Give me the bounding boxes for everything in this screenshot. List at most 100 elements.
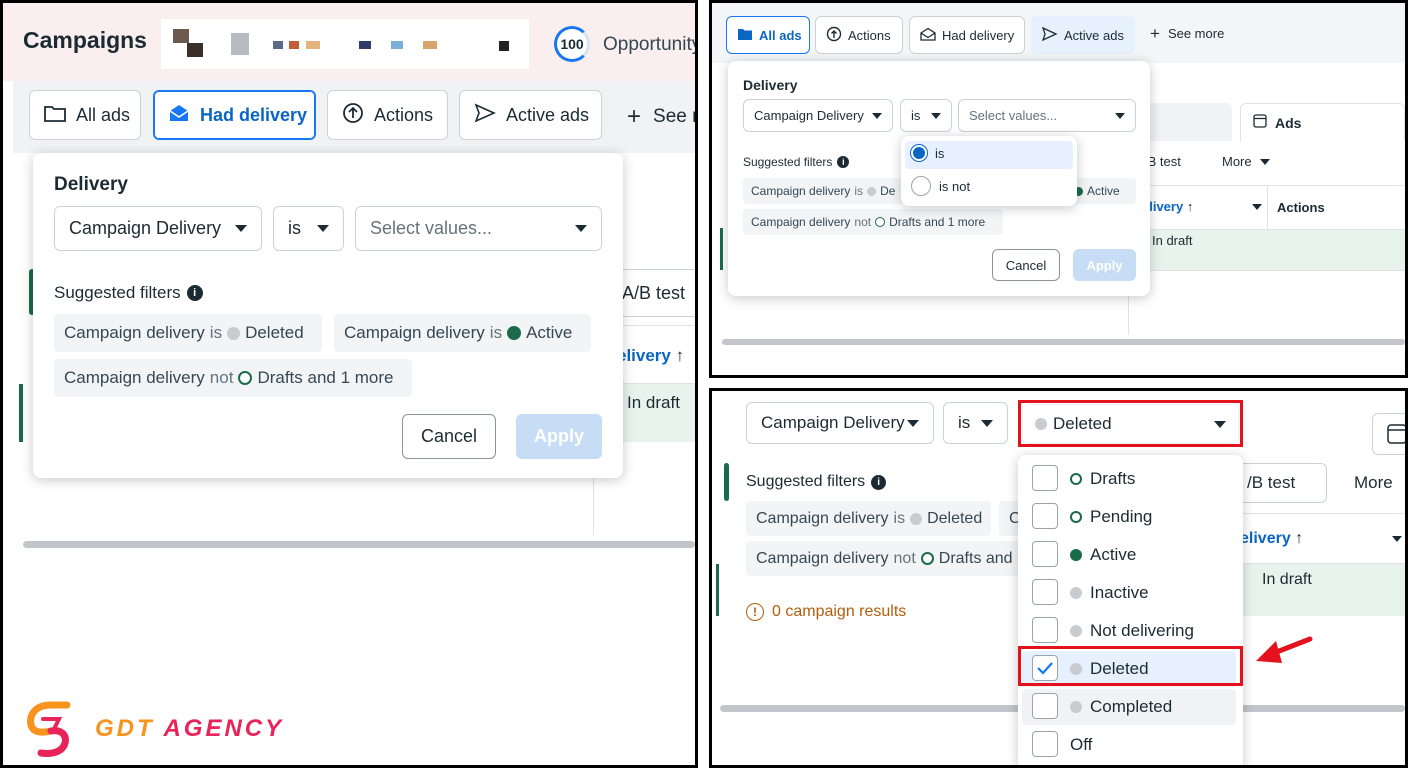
values-dropdown[interactable]: Select values... <box>958 99 1136 132</box>
suggested-chip-deleted[interactable]: Campaign delivery is Deleted <box>746 501 991 536</box>
more-dropdown[interactable]: More <box>1222 154 1270 169</box>
status-ring-green-icon <box>1070 473 1082 485</box>
operator-option-is-not[interactable]: is not <box>911 176 970 196</box>
caret-down-icon <box>907 419 919 427</box>
operator-dropdown[interactable]: is <box>943 402 1008 444</box>
panel-had-delivery-filter: Campaigns 100 Opportunity All ads Had de… <box>0 0 698 768</box>
suggested-chip-active[interactable]: Campaign delivery is Active <box>334 314 591 352</box>
suggested-filters-label: Suggested filters <box>746 473 866 490</box>
suggested-chip-drafts[interactable]: Campaign delivery not Drafts and <box>746 541 1036 576</box>
status-dot-gray-icon <box>1070 701 1082 713</box>
status-dot-gray-icon <box>1070 625 1082 637</box>
chip-prefix: Campaign delivery <box>756 509 889 527</box>
opportunity-label: Opportunity <box>603 34 698 55</box>
apply-button[interactable]: Apply <box>1073 249 1136 281</box>
chip-op: not <box>893 549 916 567</box>
chip-value: Drafts and 1 more <box>257 368 394 387</box>
actions-column-header[interactable]: Actions <box>1277 200 1325 215</box>
send-icon <box>474 102 496 128</box>
delivery-filter-popup: Delivery Campaign Delivery is Select val… <box>33 153 623 478</box>
values-option-label: Pending <box>1070 507 1152 527</box>
values-option-pending[interactable]: Pending <box>1022 499 1236 535</box>
suggested-chip-deleted[interactable]: Campaign delivery is Deleted <box>54 314 322 352</box>
in-draft-cell: In draft <box>1262 571 1312 588</box>
see-more-button[interactable]: + See more <box>1150 25 1224 42</box>
checkbox-icon[interactable] <box>1032 693 1058 719</box>
status-ring-green-icon <box>875 217 886 227</box>
values-option-label: Drafts <box>1070 469 1135 489</box>
status-ring-green-icon <box>238 371 253 385</box>
window-icon[interactable] <box>1372 413 1405 455</box>
ab-test-button[interactable]: /B test <box>1232 463 1327 503</box>
delivery-header-label: elivery <box>617 346 671 365</box>
horizontal-scrollbar[interactable] <box>23 541 695 548</box>
status-dot-gray-icon <box>867 186 877 196</box>
see-more-button[interactable]: + See m <box>627 103 695 131</box>
all-ads-button[interactable]: All ads <box>29 90 141 140</box>
field-dropdown[interactable]: Campaign Delivery <box>54 206 262 251</box>
chip-prefix: Campaign delivery <box>751 184 851 198</box>
had-delivery-button[interactable]: Had delivery <box>153 90 316 140</box>
all-ads-label: All ads <box>759 27 802 43</box>
values-option-active[interactable]: Active <box>1022 537 1236 573</box>
actions-button[interactable]: Actions <box>815 16 903 54</box>
checkbox-icon[interactable] <box>1032 731 1058 757</box>
operator-dropdown-value: is <box>911 108 921 123</box>
caret-down-icon <box>1259 158 1270 165</box>
horizontal-scrollbar[interactable] <box>722 339 1405 345</box>
checkbox-icon[interactable] <box>1032 503 1058 529</box>
opportunity-score-ring[interactable]: 100 <box>554 26 590 62</box>
delivery-column-header[interactable]: elivery ↑ <box>1240 530 1303 548</box>
values-option-off[interactable]: Off <box>1022 727 1236 763</box>
all-ads-button[interactable]: All ads <box>726 16 810 54</box>
info-icon[interactable]: i <box>186 285 203 301</box>
suggested-chip-deleted[interactable]: Campaign delivery is De <box>743 178 915 204</box>
cancel-button[interactable]: Cancel <box>402 414 496 459</box>
info-icon[interactable]: i <box>837 156 850 168</box>
actions-label: Actions <box>374 104 434 125</box>
checkbox-icon[interactable] <box>1032 465 1058 491</box>
operator-option-is[interactable]: is <box>911 145 944 161</box>
chip-op: is <box>489 323 503 342</box>
account-selector-blurred[interactable] <box>161 19 529 69</box>
red-arrow-icon <box>1252 631 1314 674</box>
caret-down-icon[interactable] <box>1252 204 1262 210</box>
values-option-not-delivering[interactable]: Not delivering <box>1022 613 1236 649</box>
values-option-completed[interactable]: Completed <box>1022 689 1236 725</box>
active-ads-button[interactable]: Active ads <box>459 90 602 140</box>
active-ads-button[interactable]: Active ads <box>1031 16 1135 54</box>
operator-dropdown[interactable]: is <box>900 99 952 132</box>
had-delivery-button[interactable]: Had delivery <box>909 16 1025 54</box>
page-title: Campaigns <box>23 27 147 53</box>
field-dropdown[interactable]: Campaign Delivery <box>746 402 934 444</box>
suggested-chip-drafts[interactable]: Campaign delivery not Drafts and 1 more <box>743 209 1003 235</box>
checkbox-icon[interactable] <box>1032 541 1058 567</box>
field-dropdown[interactable]: Campaign Delivery <box>743 99 893 132</box>
chip-value: Deleted <box>245 323 304 342</box>
operator-dropdown[interactable]: is <box>273 206 344 251</box>
values-dropdown[interactable]: Select values... <box>355 206 602 251</box>
info-icon[interactable]: i <box>871 474 887 490</box>
suggested-chip-drafts[interactable]: Campaign delivery not Drafts and 1 more <box>54 359 412 397</box>
values-option-text: Pending <box>1090 507 1153 526</box>
suggested-filters-label: Suggested filters <box>743 155 833 169</box>
values-option-text: Not delivering <box>1090 621 1194 640</box>
suggested-chip-active[interactable]: Active <box>1068 178 1136 204</box>
checkbox-icon[interactable] <box>1032 579 1058 605</box>
actions-button[interactable]: Actions <box>327 90 448 140</box>
apply-button[interactable]: Apply <box>516 414 602 459</box>
warning-circle-icon: ! <box>746 603 764 621</box>
values-option-drafts[interactable]: Drafts <box>1022 461 1236 497</box>
chip-value: Drafts and <box>938 549 1013 567</box>
highlight-box-values-dropdown <box>1018 400 1243 447</box>
suggested-filters-heading: Suggested filters i <box>746 473 887 491</box>
caret-down-icon <box>575 225 587 232</box>
panel-values-dropdown: Campaign Delivery is Deleted Suggested f… <box>709 388 1408 768</box>
cancel-button[interactable]: Cancel <box>992 249 1060 281</box>
more-dropdown[interactable]: More <box>1354 473 1393 493</box>
tab-ads[interactable]: Ads <box>1240 103 1405 141</box>
checkbox-icon[interactable] <box>1032 617 1058 643</box>
values-option-inactive[interactable]: Inactive <box>1022 575 1236 611</box>
caret-down-icon[interactable] <box>1392 536 1402 542</box>
delivery-column-header[interactable]: elivery ↑ <box>617 346 684 366</box>
